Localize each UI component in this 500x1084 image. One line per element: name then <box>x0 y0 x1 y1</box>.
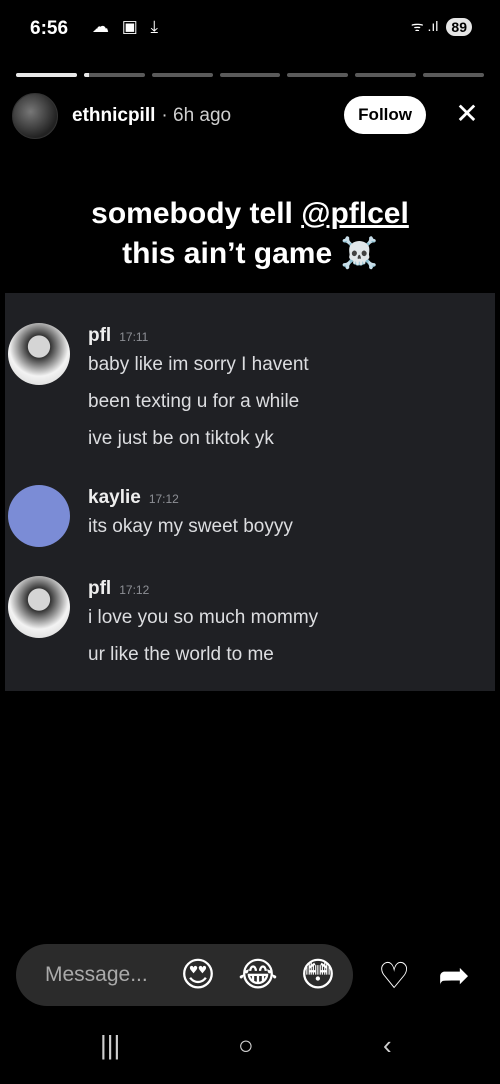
chat-author: pfl 17:11 <box>88 325 148 347</box>
author-name: kaylie <box>88 487 141 508</box>
message-bar[interactable]: Message... 😍 😂 😳 <box>16 944 353 1006</box>
chat-screenshot: pfl 17:11 baby like im sorry I havent been … <box>5 293 495 691</box>
message-text: ur like the world to me <box>88 644 274 665</box>
progress-segment <box>219 73 281 77</box>
battery-icon: 89 <box>446 17 472 36</box>
system-nav-bar: ||| ○ ‹ <box>0 1030 500 1070</box>
recents-icon[interactable]: ||| <box>100 1030 120 1061</box>
signal-icon: ᯤ .ıl <box>410 18 439 34</box>
story-header: ethnicpill · 6h ago Follow ✕ <box>12 93 484 139</box>
chat-author: kaylie 17:12 <box>88 487 179 509</box>
laughing-reaction-icon[interactable]: 😂 <box>231 955 285 995</box>
message-text: baby like im sorry I havent <box>88 354 309 375</box>
close-icon[interactable]: ✕ <box>450 97 484 131</box>
mention-link[interactable]: @pflcel <box>301 197 409 230</box>
author-name: pfl <box>88 578 112 599</box>
story-caption: somebody tell @pflcel this ain’t game ☠️ <box>0 194 500 274</box>
caption-line-1: somebody tell @pflcel <box>0 194 500 234</box>
message-text: i love you so much mommy <box>88 607 319 628</box>
message-text: ive just be on tiktok yk <box>88 428 274 449</box>
progress-segment <box>151 73 213 77</box>
progress-segment <box>423 73 485 77</box>
flushed-reaction-icon[interactable]: 😳 <box>291 955 345 995</box>
notification-icons: ☁ ▣ ⤓ <box>92 17 163 36</box>
caption-text: somebody tell <box>91 197 302 230</box>
author-name: pfl <box>88 325 112 346</box>
message-timestamp: 17:11 <box>119 330 149 344</box>
message-timestamp: 17:12 <box>148 492 179 506</box>
heart-eyes-reaction-icon[interactable]: 😍 <box>171 955 225 995</box>
chat-avatar <box>8 323 70 385</box>
progress-segment <box>287 73 349 77</box>
back-icon[interactable]: ‹ <box>383 1030 392 1061</box>
system-indicators: ᯤ .ıl 89 <box>411 17 472 36</box>
home-icon[interactable]: ○ <box>238 1030 254 1061</box>
message-text: its okay my sweet boyyy <box>88 516 293 537</box>
progress-segment <box>355 73 417 77</box>
heart-icon[interactable]: ♡ <box>378 955 410 997</box>
message-input[interactable]: Message... <box>45 963 165 987</box>
username[interactable]: ethnicpill <box>72 105 155 127</box>
status-bar: 6:56 ☁ ▣ ⤓ ᯤ .ıl 89 <box>0 0 500 60</box>
message-text: been texting u for a while <box>88 391 300 412</box>
follow-button[interactable]: Follow <box>344 96 426 134</box>
clock: 6:56 <box>30 18 69 39</box>
post-time: · 6h ago <box>161 105 232 126</box>
caption-line-2: this ain’t game ☠️ <box>122 237 378 270</box>
chat-avatar <box>8 576 70 638</box>
story-progress <box>16 73 485 77</box>
chat-avatar <box>8 485 70 547</box>
share-icon[interactable]: ➦ <box>438 953 470 998</box>
chat-author: pfl 17:12 <box>88 578 149 600</box>
avatar[interactable] <box>12 93 58 139</box>
progress-segment <box>83 73 145 77</box>
message-timestamp: 17:12 <box>119 583 150 597</box>
progress-segment <box>16 73 77 77</box>
